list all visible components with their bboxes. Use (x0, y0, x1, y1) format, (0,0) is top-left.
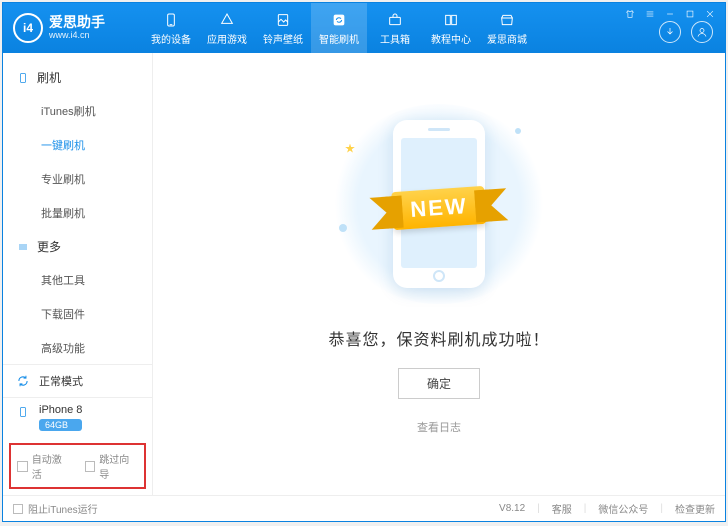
tab-flash[interactable]: 智能刷机 (311, 3, 367, 53)
mode-row[interactable]: 正常模式 (3, 365, 152, 397)
sidebar-item-oneclick-flash[interactable]: 一键刷机 (3, 128, 152, 162)
window-controls (623, 3, 725, 21)
refresh-icon (330, 11, 348, 29)
nav-tabs: 我的设备 应用游戏 铃声壁纸 智能刷机 工具箱 教程中心 (143, 3, 623, 53)
sidebar-group-more: 更多 (3, 230, 152, 263)
success-message: 恭喜您，保资料刷机成功啦！ (328, 326, 549, 350)
sidebar-item-batch-flash[interactable]: 批量刷机 (3, 196, 152, 230)
tab-ringtones[interactable]: 铃声壁纸 (255, 3, 311, 53)
sidebar-group-title: 刷机 (37, 69, 61, 86)
user-button[interactable] (691, 21, 713, 43)
view-log-link[interactable]: 查看日志 (417, 419, 461, 435)
phone-icon (15, 404, 31, 420)
flash-options-highlight: 自动激活 跳过向导 (9, 443, 146, 489)
footer-link-update[interactable]: 检查更新 (675, 501, 715, 516)
tab-tutorials[interactable]: 教程中心 (423, 3, 479, 53)
download-button[interactable] (659, 21, 681, 43)
minimize-icon[interactable] (663, 7, 677, 21)
sidebar-item-advanced[interactable]: 高级功能 (3, 331, 152, 364)
tab-apps-games[interactable]: 应用游戏 (199, 3, 255, 53)
brand-logo-icon: i4 (13, 13, 43, 43)
brand-title: 爱思助手 (49, 15, 105, 30)
tab-store[interactable]: 爱思商城 (479, 3, 535, 53)
footer-link-wechat[interactable]: 微信公众号 (598, 501, 648, 516)
checkbox-icon (85, 461, 96, 472)
device-row[interactable]: iPhone 8 64GB (3, 397, 152, 439)
device-name: iPhone 8 (39, 404, 82, 416)
success-illustration: NEW (329, 104, 549, 304)
refresh-icon (15, 373, 31, 389)
sidebar-item-itunes-flash[interactable]: iTunes刷机 (3, 94, 152, 128)
menu-icon[interactable] (643, 7, 657, 21)
sidebar-group-flash: 刷机 (3, 61, 152, 94)
footer-link-support[interactable]: 客服 (552, 501, 572, 516)
storage-badge: 64GB (39, 419, 82, 431)
toolbox-icon (386, 11, 404, 29)
phone-icon (162, 11, 180, 29)
sidebar-item-download-firmware[interactable]: 下载固件 (3, 297, 152, 331)
tab-label: 应用游戏 (207, 31, 247, 46)
brand: i4 爱思助手 www.i4.cn (3, 3, 143, 53)
checkbox-label: 阻止iTunes运行 (28, 501, 98, 516)
mode-label: 正常模式 (39, 373, 83, 389)
store-icon (498, 11, 516, 29)
close-icon[interactable] (703, 7, 717, 21)
tab-toolbox[interactable]: 工具箱 (367, 3, 423, 53)
tab-my-device[interactable]: 我的设备 (143, 3, 199, 53)
new-ribbon: NEW (391, 185, 487, 229)
book-icon (442, 11, 460, 29)
status-bar: 阻止iTunes运行 V8.12 | 客服 | 微信公众号 | 检查更新 (3, 495, 725, 521)
main-panel: NEW 恭喜您，保资料刷机成功啦！ 确定 查看日志 (153, 53, 725, 495)
checkbox-block-itunes[interactable]: 阻止iTunes运行 (13, 501, 98, 516)
tab-label: 我的设备 (151, 31, 191, 46)
checkbox-label: 自动激活 (32, 451, 71, 481)
checkbox-icon (17, 461, 28, 472)
checkbox-auto-activate[interactable]: 自动激活 (17, 451, 71, 481)
sidebar: 刷机 iTunes刷机 一键刷机 专业刷机 批量刷机 更多 其他工具 下载固件 … (3, 53, 153, 495)
sidebar-item-pro-flash[interactable]: 专业刷机 (3, 162, 152, 196)
version-label: V8.12 (499, 503, 525, 514)
skin-icon[interactable] (623, 7, 637, 21)
checkbox-label: 跳过向导 (99, 451, 138, 481)
tab-label: 工具箱 (380, 31, 410, 46)
checkbox-icon (13, 504, 23, 514)
more-icon (17, 241, 29, 253)
tab-label: 智能刷机 (319, 31, 359, 46)
maximize-icon[interactable] (683, 7, 697, 21)
tab-label: 爱思商城 (487, 31, 527, 46)
brand-subtitle: www.i4.cn (49, 31, 105, 41)
device-icon (17, 72, 29, 84)
checkbox-skip-guide[interactable]: 跳过向导 (85, 451, 139, 481)
wallpaper-icon (274, 11, 292, 29)
tab-label: 教程中心 (431, 31, 471, 46)
tab-label: 铃声壁纸 (263, 31, 303, 46)
sidebar-group-title: 更多 (37, 238, 61, 255)
app-header: i4 爱思助手 www.i4.cn 我的设备 应用游戏 铃声壁纸 智能刷机 (3, 3, 725, 53)
apps-icon (218, 11, 236, 29)
ok-button[interactable]: 确定 (398, 368, 480, 399)
sidebar-item-other-tools[interactable]: 其他工具 (3, 263, 152, 297)
